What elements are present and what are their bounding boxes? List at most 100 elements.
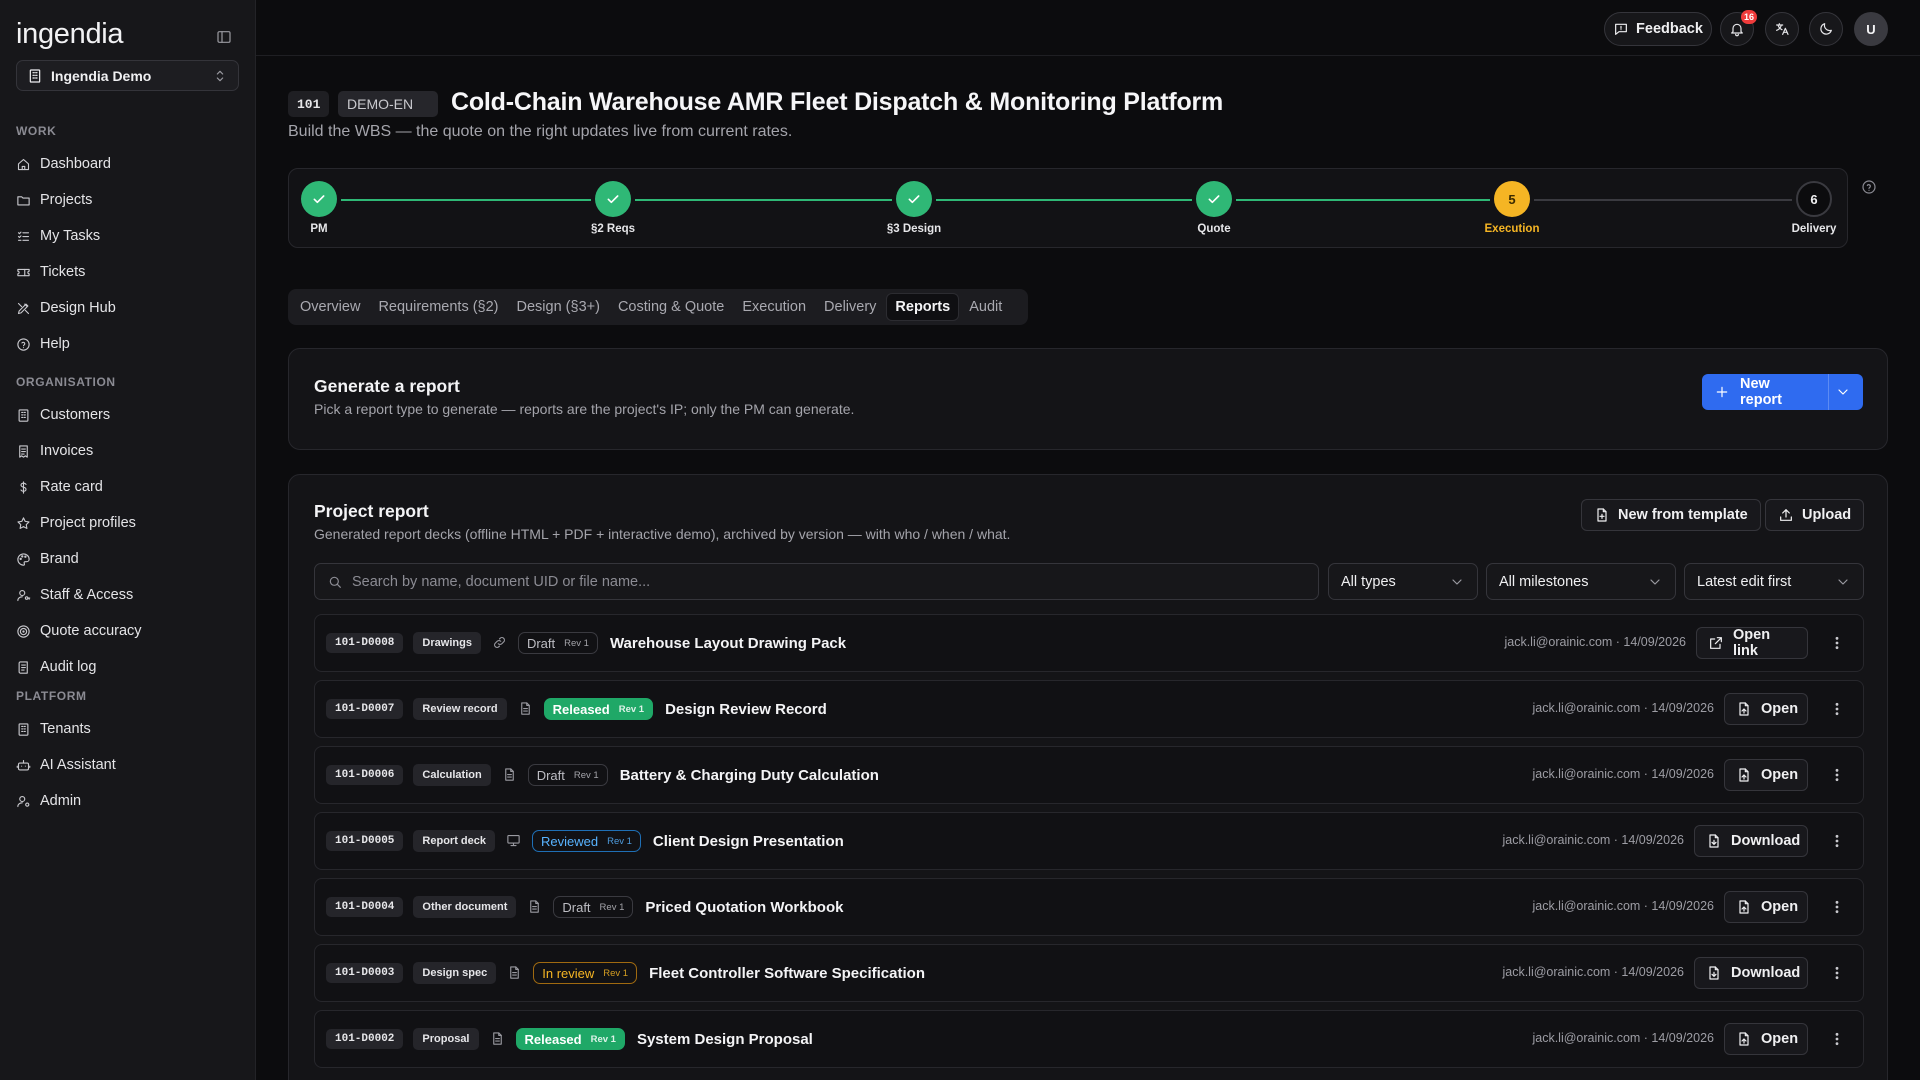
tab-reports[interactable]: Reports [886, 293, 960, 321]
feedback-button[interactable]: Feedback [1604, 12, 1712, 46]
step-3-design[interactable]: §3 Design [844, 181, 984, 235]
document-row[interactable]: 101-D0005 Report deck Reviewed Rev 1 Client … [314, 812, 1864, 870]
file-plus-icon [1594, 507, 1610, 523]
document-action-button[interactable]: Open [1724, 891, 1808, 923]
document-meta: jack.li@orainic.com · 14/09/2026 [1532, 701, 1714, 715]
more-options-icon[interactable] [1829, 965, 1845, 981]
revision-label: Rev 1 [618, 703, 645, 715]
search-input[interactable] [352, 573, 1306, 590]
step-execution[interactable]: 5 Execution [1442, 181, 1582, 235]
document-action-button[interactable]: Download [1694, 825, 1808, 857]
step-2-reqs[interactable]: §2 Reqs [543, 181, 683, 235]
more-options-icon[interactable] [1829, 899, 1845, 915]
file-icon [507, 965, 523, 981]
sidebar-item-design-hub[interactable]: Design Hub [16, 292, 240, 324]
sidebar-item-help[interactable]: Help [16, 328, 240, 360]
tenant-selector[interactable]: Ingendia Demo [16, 60, 239, 91]
sidebar-item-staff-access[interactable]: Staff & Access [16, 579, 240, 611]
language-button[interactable] [1765, 12, 1799, 46]
document-title[interactable]: Priced Quotation Workbook [645, 899, 843, 916]
tab-design-3[interactable]: Design (§3+) [509, 293, 608, 321]
file-icon [527, 899, 543, 915]
sidebar-item-brand[interactable]: Brand [16, 543, 240, 575]
document-row[interactable]: 101-D0003 Design spec In review Rev 1 Fleet … [314, 944, 1864, 1002]
step-quote[interactable]: Quote [1144, 181, 1284, 235]
milestone-filter-select[interactable]: All milestones [1486, 563, 1676, 600]
document-title[interactable]: Warehouse Layout Drawing Pack [610, 635, 846, 652]
status-badge: Draft Rev 1 [517, 632, 598, 654]
project-report-description: Generated report decks (offline HTML + P… [314, 526, 1011, 542]
document-type-badge: Report deck [413, 830, 495, 852]
document-row[interactable]: 101-D0006 Calculation Draft Rev 1 Battery & … [314, 746, 1864, 804]
milestone-filter-value: All milestones [1499, 573, 1589, 590]
tab-requirements-2[interactable]: Requirements (§2) [370, 293, 506, 321]
document-row[interactable]: 101-D0008 Drawings Draft Rev 1 Warehouse Lay… [314, 614, 1864, 672]
step-label: Quote [1197, 223, 1231, 235]
document-action-button[interactable]: Download [1694, 957, 1808, 989]
tab-delivery[interactable]: Delivery [816, 293, 884, 321]
sidebar-item-ai-assistant[interactable]: AI Assistant [16, 749, 240, 781]
file-icon [490, 1031, 506, 1047]
tab-execution[interactable]: Execution [734, 293, 814, 321]
document-row[interactable]: 101-D0004 Other document Draft Rev 1 Priced … [314, 878, 1864, 936]
step-label: Execution [1484, 223, 1540, 235]
chevron-down-icon [1449, 574, 1465, 590]
type-filter-select[interactable]: All types [1328, 563, 1478, 600]
document-title[interactable]: Fleet Controller Software Specification [649, 965, 925, 982]
tab-audit[interactable]: Audit [961, 293, 1010, 321]
user-cog-icon [16, 794, 31, 809]
chevron-down-icon[interactable] [1835, 384, 1851, 400]
document-action-button[interactable]: Open [1724, 693, 1808, 725]
sidebar-item-label: Quote accuracy [40, 623, 142, 639]
project-code: DEMO-EN [338, 91, 438, 117]
notifications-button[interactable]: 16 [1720, 10, 1758, 46]
step-pm[interactable]: PM [249, 181, 389, 235]
help-circle-icon[interactable] [1861, 179, 1877, 195]
sidebar-item-tenants[interactable]: Tenants [16, 713, 240, 745]
user-avatar[interactable]: U [1854, 12, 1888, 46]
sidebar-item-dashboard[interactable]: Dashboard [16, 148, 240, 180]
sidebar-item-quote-accuracy[interactable]: Quote accuracy [16, 615, 240, 647]
sidebar-item-audit-log[interactable]: Audit log [16, 651, 240, 683]
app-logo[interactable]: ingendia [16, 18, 124, 51]
project-number: 101 [288, 91, 330, 117]
document-row[interactable]: 101-D0007 Review record Released Rev 1 Desig… [314, 680, 1864, 738]
more-options-icon[interactable] [1829, 767, 1845, 783]
sort-select[interactable]: Latest edit first [1684, 563, 1864, 600]
sidebar-item-label: Rate card [40, 479, 103, 495]
document-action-button[interactable]: Open [1724, 1023, 1808, 1055]
document-action-button[interactable]: Open [1724, 759, 1808, 791]
theme-toggle-button[interactable] [1809, 12, 1843, 46]
sidebar: ingendia Ingendia Demo WORK Dashboard Proj… [0, 0, 256, 1080]
sidebar-toggle-icon[interactable] [216, 29, 232, 45]
document-row[interactable]: 101-D0002 Proposal Released Rev 1 System Des… [314, 1010, 1864, 1068]
more-options-icon[interactable] [1829, 1031, 1845, 1047]
project-report-card: Project report Generated report decks (o… [288, 474, 1888, 1080]
file-download-icon [1706, 833, 1722, 849]
sidebar-item-project-profiles[interactable]: Project profiles [16, 507, 240, 539]
sidebar-item-rate-card[interactable]: Rate card [16, 471, 240, 503]
sidebar-item-customers[interactable]: Customers [16, 399, 240, 431]
document-title[interactable]: Battery & Charging Duty Calculation [620, 767, 879, 784]
document-search[interactable] [314, 563, 1319, 600]
sidebar-item-my-tasks[interactable]: My Tasks [16, 220, 240, 252]
document-title[interactable]: Design Review Record [665, 701, 827, 718]
sidebar-item-admin[interactable]: Admin [16, 785, 240, 817]
document-action-button[interactable]: Open link [1696, 627, 1808, 659]
receipt-icon [16, 444, 31, 459]
sidebar-item-tickets[interactable]: Tickets [16, 256, 240, 288]
new-from-template-button[interactable]: New from template [1581, 499, 1761, 531]
more-options-icon[interactable] [1829, 635, 1845, 651]
document-title[interactable]: System Design Proposal [637, 1031, 813, 1048]
tab-overview[interactable]: Overview [292, 293, 368, 321]
new-report-button[interactable]: New report [1702, 374, 1863, 410]
sidebar-item-invoices[interactable]: Invoices [16, 435, 240, 467]
page-title: Cold-Chain Warehouse AMR Fleet Dispatch … [451, 88, 1224, 116]
upload-button[interactable]: Upload [1765, 499, 1865, 531]
document-title[interactable]: Client Design Presentation [653, 833, 844, 850]
more-options-icon[interactable] [1829, 701, 1845, 717]
sidebar-item-projects[interactable]: Projects [16, 184, 240, 216]
sidebar-section-label: WORK [16, 124, 57, 138]
more-options-icon[interactable] [1829, 833, 1845, 849]
tab-costing-quote[interactable]: Costing & Quote [610, 293, 732, 321]
